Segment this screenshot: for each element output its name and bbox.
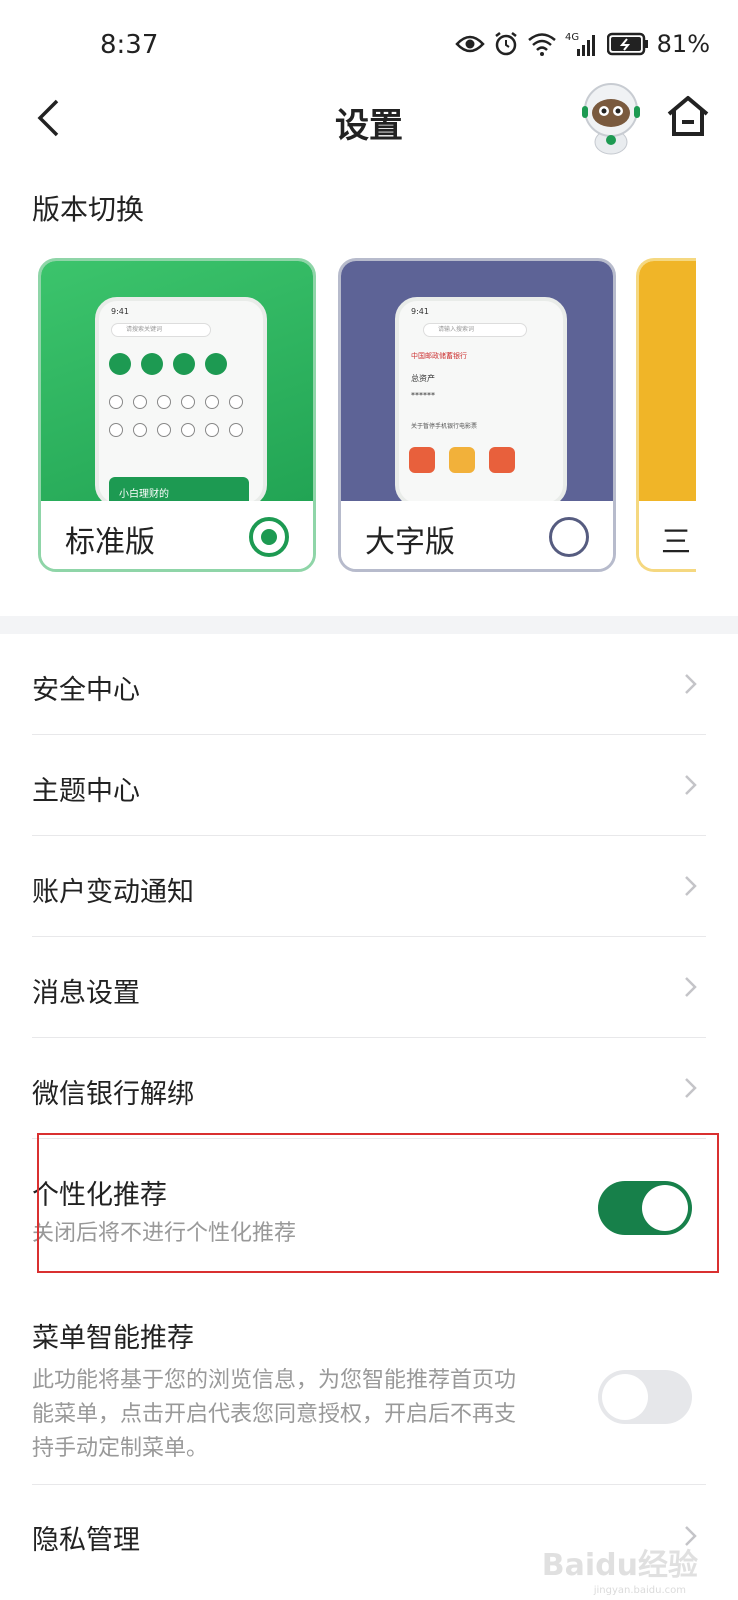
version-cards: 9:41 请搜索关键词 小白理财的 标准版 9:41 请输入搜索词 中国邮政储蓄… [0,258,738,578]
section-divider [0,616,738,634]
status-bar: 8:37 4G 81% [0,0,738,90]
preview-search: 请输入搜索词 [423,323,527,337]
row-wechat-unbind[interactable]: 微信银行解绑 [0,1038,738,1139]
menu-recommend-toggle[interactable] [598,1370,692,1424]
large-phone-mockup: 9:41 请输入搜索词 中国邮政储蓄银行 总资产 ****** 关于暂停手机银行… [395,297,567,507]
row-message-settings[interactable]: 消息设置 [0,937,738,1038]
preview-notice: 关于暂停手机银行电影票 [411,423,478,430]
alarm-icon [494,32,517,56]
chevron-right-icon [685,876,697,896]
chevron-right-icon [685,1078,697,1098]
battery-percent: 81% [656,30,710,58]
preview-icon-row [409,447,515,473]
settings-list: 安全中心 主题中心 账户变动通知 消息设置 微信银行解绑 [0,634,738,1139]
svg-text:4G: 4G [565,32,579,43]
card-label-third: 三 [661,525,691,560]
privacy-label: 隐私管理 [32,1525,140,1556]
row-account-notification[interactable]: 账户变动通知 [0,836,738,937]
standard-phone-mockup: 9:41 请搜索关键词 小白理财的 [95,297,267,507]
preview-search: 请搜索关键词 [111,323,211,337]
menu-recommend-desc-2: 能菜单，点击开启代表您同意授权，开启后不再支 [32,1402,517,1427]
version-section-title: 版本切换 [32,193,145,226]
row-label: 微信银行解绑 [32,1079,194,1110]
watermark-sub: jingyan.baidu.com [593,1585,686,1596]
preview-time: 9:41 [411,307,429,316]
radio-unselected-icon[interactable] [549,517,589,557]
preview-icon-row-3 [109,423,243,437]
menu-recommend-label: 菜单智能推荐 [32,1323,194,1354]
chevron-right-icon [685,775,697,795]
radio-selected-icon[interactable] [249,517,289,557]
row-label: 主题中心 [32,776,140,807]
preview-icon-row [109,353,227,375]
header: 设置 [0,80,738,160]
row-label: 账户变动通知 [32,877,194,908]
preview-masked: ****** [411,391,435,400]
card-label-standard: 标准版 [65,525,155,560]
home-icon [667,96,709,136]
large-preview: 9:41 请输入搜索词 中国邮政储蓄银行 总资产 ****** 关于暂停手机银行… [341,261,613,507]
row-security-center[interactable]: 安全中心 [0,634,738,735]
menu-recommend-desc-1: 此功能将基于您的浏览信息，为您智能推荐首页功 [32,1368,517,1393]
version-card-large[interactable]: 9:41 请输入搜索词 中国邮政储蓄银行 总资产 ****** 关于暂停手机银行… [338,258,616,572]
version-card-third[interactable]: 三 [636,258,696,572]
home-button[interactable] [664,92,712,140]
chevron-right-icon [685,977,697,997]
preview-time: 9:41 [111,307,129,316]
version-card-standard[interactable]: 9:41 请搜索关键词 小白理财的 标准版 [38,258,316,572]
row-menu-smart-recommend: 菜单智能推荐 此功能将基于您的浏览信息，为您智能推荐首页功 能菜单，点击开启代表… [0,1290,738,1486]
preview-bank-name: 中国邮政储蓄银行 [411,352,467,360]
preview-assets: 总资产 [411,374,435,383]
battery-icon [606,32,648,56]
watermark: Baidu经验 [541,1548,698,1583]
highlight-annotation [37,1133,719,1273]
eye-icon [454,35,485,53]
signal-icon: 4G [565,32,595,56]
divider [32,1484,706,1485]
status-time: 8:37 [100,30,159,60]
row-label: 安全中心 [32,675,140,706]
status-icons: 4G 81% [454,30,710,58]
wifi-icon [527,33,556,56]
row-theme-center[interactable]: 主题中心 [0,735,738,836]
card-label-large: 大字版 [365,525,455,560]
chevron-right-icon [685,674,697,694]
preview-icon-row-2 [109,395,243,409]
standard-preview: 9:41 请搜索关键词 小白理财的 [41,261,313,507]
menu-recommend-desc-3: 持手动定制菜单。 [32,1436,209,1461]
assistant-robot-icon[interactable] [578,80,644,156]
row-label: 消息设置 [32,978,140,1009]
